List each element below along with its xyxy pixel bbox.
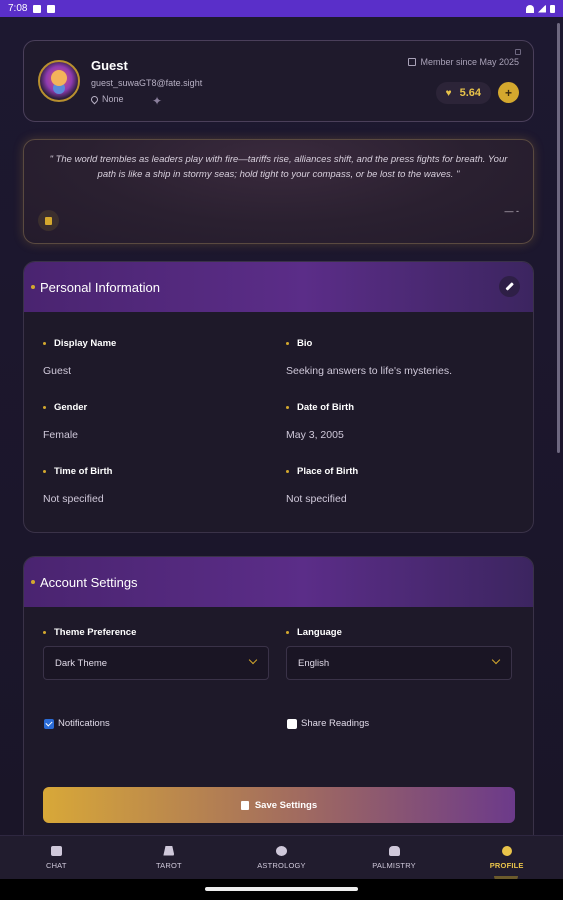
share-readings-checkbox-row[interactable]: Share Readings <box>287 718 369 729</box>
field-label: Place of Birth <box>297 466 359 477</box>
quote-text: " The world trembles as leaders play wit… <box>49 154 508 180</box>
notifications-checkbox[interactable] <box>44 718 54 729</box>
avatar[interactable] <box>38 60 80 102</box>
heart-icon: ♥ <box>445 87 452 99</box>
field-value: Female <box>43 429 79 441</box>
chevron-down-icon <box>248 655 258 665</box>
coin-balance[interactable]: ♥ 5.64 <box>435 82 491 104</box>
section-title: Personal Information <box>40 279 160 295</box>
member-since-text: Member since May 2025 <box>420 57 519 67</box>
save-settings-label: Save Settings <box>254 799 318 811</box>
nav-tarot[interactable]: TAROT <box>113 836 226 879</box>
field-value: May 3, 2005 <box>286 429 344 441</box>
chat-icon <box>50 845 62 856</box>
pencil-icon <box>505 282 514 291</box>
note-icon[interactable] <box>38 210 59 231</box>
nav-label: TAROT <box>155 860 182 870</box>
bottom-navigation: CHAT TAROT ASTROLOGY PALMISTRY PROFILE <box>0 835 563 879</box>
account-settings-section: Account Settings Theme Preference Dark T… <box>23 556 534 835</box>
edit-button[interactable] <box>499 276 520 297</box>
nav-label: ASTROLOGY <box>257 860 306 870</box>
field-date-of-birth: Date of Birth May 3, 2005 <box>286 402 354 441</box>
app-notification-icon <box>47 4 56 13</box>
profile-icon <box>501 845 512 856</box>
notification-icon <box>33 4 42 13</box>
nav-label: PALMISTRY <box>372 860 416 870</box>
status-time: 7:08 <box>8 3 28 14</box>
astrology-icon <box>275 845 287 856</box>
share-readings-label: Share Readings <box>301 718 370 729</box>
scrollbar[interactable] <box>557 23 560 453</box>
personal-information-section: Personal Information Display Name Guest … <box>23 261 534 533</box>
field-value: Not specified <box>43 493 104 505</box>
member-since: Member since May 2025 <box>408 57 519 67</box>
bullet-icon <box>31 580 35 584</box>
nav-label: CHAT <box>45 860 67 870</box>
language-select[interactable]: English <box>286 646 512 680</box>
language-label: Language <box>297 627 342 638</box>
nav-chat[interactable]: CHAT <box>0 836 113 879</box>
sparkle-icon: ✦ <box>152 94 163 108</box>
field-value: Not specified <box>286 493 347 505</box>
wifi-icon <box>526 4 534 13</box>
profile-location: None <box>89 94 124 104</box>
profile-name: Guest <box>91 58 128 73</box>
home-handle[interactable] <box>205 887 358 891</box>
field-bio: Bio Seeking answers to life's mysteries. <box>286 338 452 377</box>
language-select-value: English <box>298 657 330 669</box>
nav-astrology[interactable]: ASTROLOGY <box>225 836 338 879</box>
palm-icon <box>388 845 400 856</box>
battery-icon <box>550 4 555 13</box>
profile-screen[interactable]: Guest guest_suwaGT8@fate.sight None ✦ Me… <box>0 17 563 835</box>
status-bar: 7:08 <box>0 0 563 17</box>
chevron-down-icon <box>491 655 501 665</box>
theme-preference-label-wrap: Theme Preference <box>43 627 136 638</box>
tarot-icon <box>163 845 175 856</box>
field-label: Gender <box>54 402 88 413</box>
notifications-checkbox-row[interactable]: Notifications <box>44 718 110 729</box>
corner-decoration-icon <box>515 49 521 55</box>
language-label-wrap: Language <box>286 627 342 638</box>
field-place-of-birth: Place of Birth Not specified <box>286 466 358 505</box>
nav-profile[interactable]: PROFILE <box>450 836 563 879</box>
field-label: Time of Birth <box>54 466 113 477</box>
bullet-icon <box>31 285 35 289</box>
location-text: None <box>102 94 124 104</box>
profile-email: guest_suwaGT8@fate.sight <box>91 78 203 88</box>
location-pin-icon <box>89 94 100 104</box>
field-value: Seeking answers to life's mysteries. <box>286 365 452 377</box>
field-value: Guest <box>43 365 72 377</box>
field-time-of-birth: Time of Birth Not specified <box>43 466 112 505</box>
gesture-bar <box>0 879 563 900</box>
daily-quote-card: " The world trembles as leaders play wit… <box>23 139 534 244</box>
theme-select-value: Dark Theme <box>55 657 108 669</box>
quote-attribution: — - <box>504 206 520 216</box>
theme-preference-label: Theme Preference <box>54 627 137 638</box>
profile-card: Guest guest_suwaGT8@fate.sight None ✦ Me… <box>23 40 534 122</box>
save-settings-button[interactable]: Save Settings <box>43 787 515 823</box>
field-gender: Gender Female <box>43 402 87 441</box>
coin-count: 5.64 <box>459 87 481 99</box>
section-header: Account Settings <box>24 557 533 607</box>
field-display-name: Display Name Guest <box>43 338 116 377</box>
field-label: Display Name <box>54 338 117 349</box>
nav-label: PROFILE <box>489 860 524 870</box>
calendar-icon <box>408 58 417 66</box>
section-header: Personal Information <box>24 262 533 312</box>
share-readings-checkbox[interactable] <box>287 718 297 729</box>
nav-palmistry[interactable]: PALMISTRY <box>338 836 451 879</box>
theme-select[interactable]: Dark Theme <box>43 646 269 680</box>
field-label: Date of Birth <box>297 402 354 413</box>
save-icon <box>240 800 249 810</box>
section-title: Account Settings <box>40 574 138 590</box>
signal-icon <box>538 4 546 13</box>
field-label: Bio <box>297 338 313 349</box>
add-coins-button[interactable]: + <box>498 82 519 103</box>
notifications-label: Notifications <box>58 718 110 729</box>
